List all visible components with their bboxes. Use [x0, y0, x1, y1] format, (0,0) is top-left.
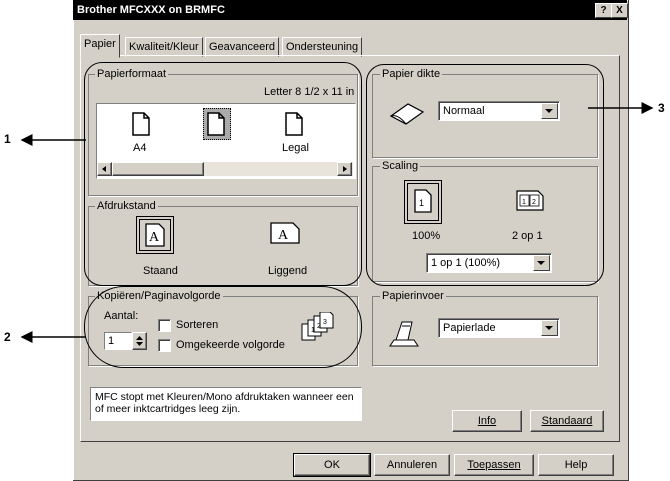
- callout-label-3: 3: [658, 101, 665, 115]
- callout-label-1: 1: [4, 132, 11, 146]
- tab-papier[interactable]: Papier: [80, 34, 120, 58]
- callout-label-2: 2: [4, 330, 11, 344]
- callout-arrows: [20, 102, 654, 343]
